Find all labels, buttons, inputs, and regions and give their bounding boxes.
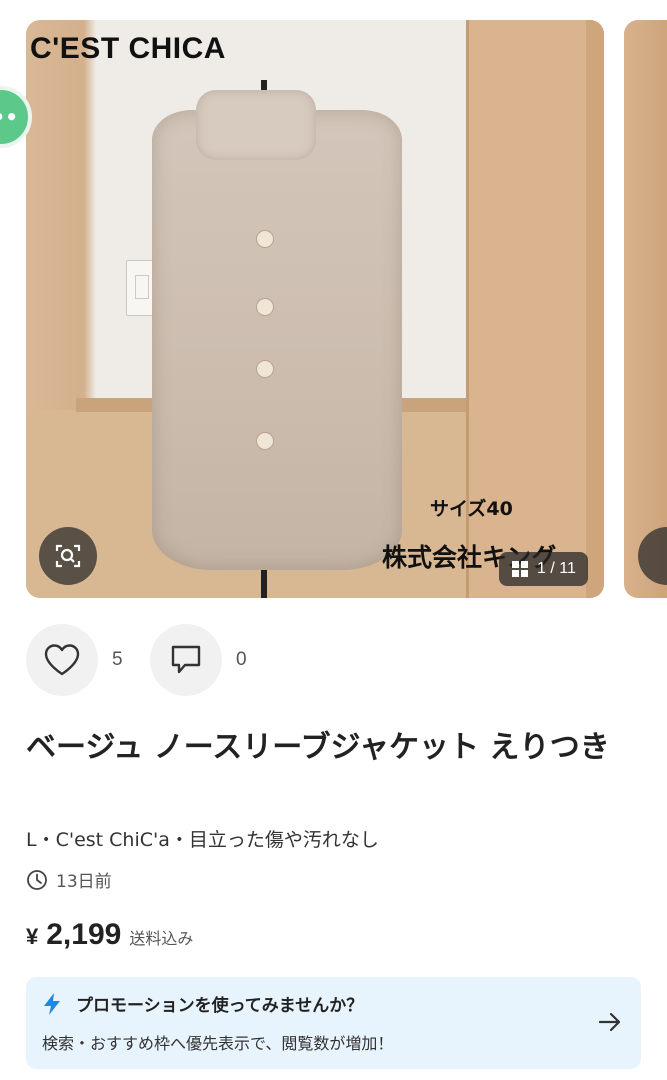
- photo-vest: [152, 110, 402, 570]
- comment-icon: [171, 645, 201, 674]
- photo-brand-watermark: C'EST CHICA: [30, 32, 226, 65]
- product-title: ベージュ ノースリーブジャケット えりつき: [26, 730, 610, 765]
- price-value: 2,199: [46, 918, 122, 951]
- promotion-title: プロモーションを使ってみませんか？: [76, 996, 364, 1016]
- image-search-icon[interactable]: [638, 527, 667, 585]
- photo-vest-button: [256, 230, 274, 248]
- posted-time-text: 13日前: [56, 872, 112, 892]
- product-meta: L・C'est ChiC'a・目立った傷や汚れなし: [26, 829, 379, 851]
- product-photo[interactable]: [26, 20, 604, 598]
- image-search-icon: [55, 544, 81, 568]
- photo-vest-button: [256, 360, 274, 378]
- photo-size-watermark: サイズ40: [430, 498, 513, 520]
- comment-button[interactable]: [150, 624, 222, 696]
- promotion-title-row: プロモーションを使ってみませんか？: [42, 991, 625, 1016]
- engagement-bar: 5 0: [26, 624, 247, 696]
- clock-icon: [27, 869, 47, 890]
- price-note: 送料込み: [129, 929, 194, 948]
- posted-time: 13日前: [26, 867, 112, 892]
- heart-icon: [44, 644, 80, 676]
- comment-count: 0: [236, 649, 247, 670]
- photo-counter-text: 1 / 11: [537, 560, 576, 577]
- price: ¥ 2,199 送料込み: [26, 918, 193, 952]
- photo-vest-collar: [196, 90, 316, 160]
- grid-icon: [512, 561, 528, 577]
- photo-vest-button: [256, 298, 274, 316]
- image-search-button[interactable]: [39, 527, 97, 585]
- next-product-photo[interactable]: [624, 20, 667, 598]
- photo-carousel[interactable]: C'EST CHICA サイズ40 株式会社キング 1 / 11 •••: [0, 0, 667, 610]
- photo-door-edge: [586, 20, 604, 598]
- price-currency: ¥: [26, 924, 39, 949]
- lightning-icon: [44, 992, 60, 1015]
- promotion-subtitle: 検索・おすすめ枠へ優先表示で、閲覧数が増加！: [42, 1034, 394, 1053]
- promotion-banner[interactable]: プロモーションを使ってみませんか？ 検索・おすすめ枠へ優先表示で、閲覧数が増加！: [26, 977, 641, 1069]
- arrow-right-icon[interactable]: [597, 1009, 623, 1035]
- photo-vest-button: [256, 432, 274, 450]
- more-dots-icon: •••: [0, 105, 18, 129]
- like-count: 5: [112, 649, 123, 670]
- photo-counter[interactable]: 1 / 11: [499, 552, 588, 586]
- like-button[interactable]: [26, 624, 98, 696]
